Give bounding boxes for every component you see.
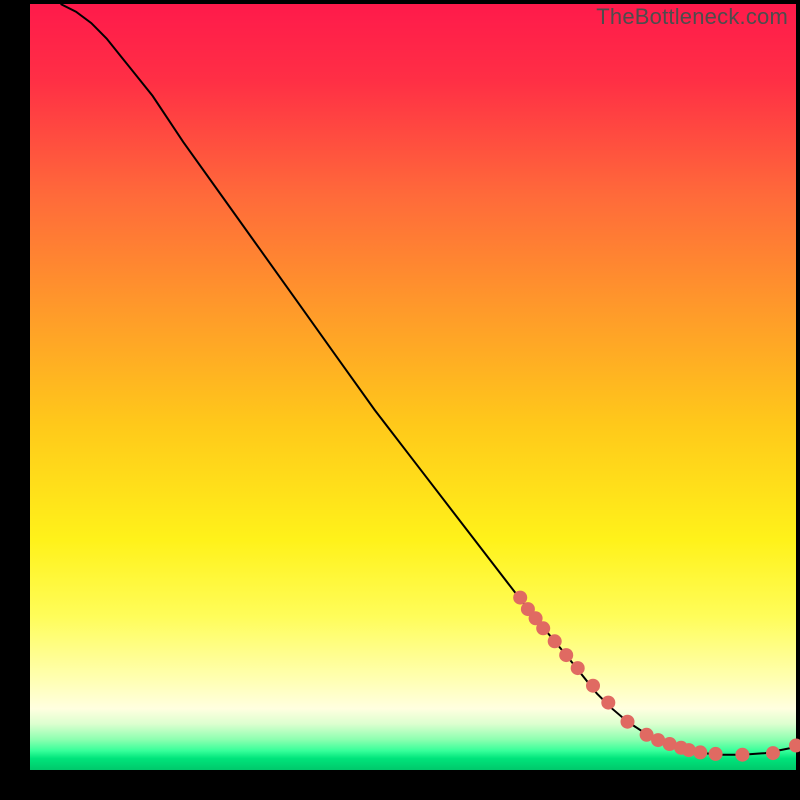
data-point — [536, 621, 550, 635]
data-point — [601, 696, 615, 710]
chart-svg — [0, 0, 800, 800]
data-point — [621, 715, 635, 729]
data-point — [548, 634, 562, 648]
chart-container: TheBottleneck.com — [0, 0, 800, 800]
data-point — [559, 648, 573, 662]
data-point — [735, 748, 749, 762]
data-point — [693, 745, 707, 759]
data-point — [571, 661, 585, 675]
gradient-background — [30, 4, 796, 770]
watermark-text: TheBottleneck.com — [596, 4, 788, 30]
data-point — [586, 679, 600, 693]
data-point — [709, 747, 723, 761]
data-point — [766, 746, 780, 760]
data-point — [513, 591, 527, 605]
plot-area — [30, 4, 800, 770]
